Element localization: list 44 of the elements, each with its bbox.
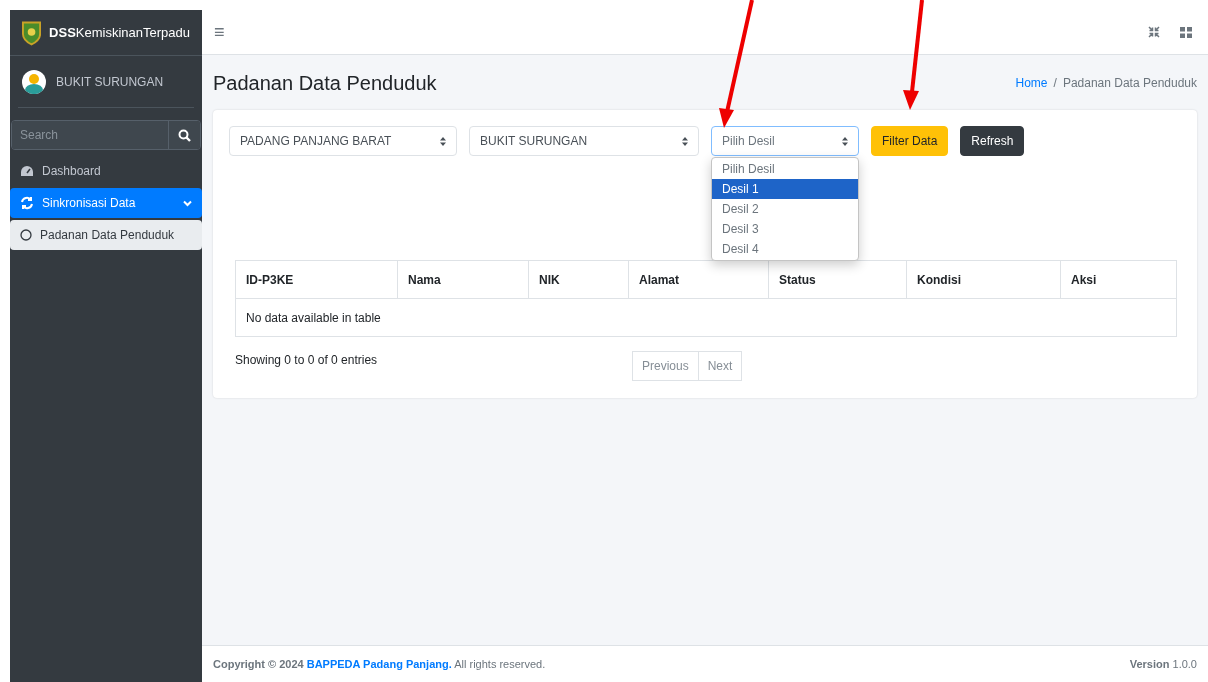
fullscreen-icon[interactable]	[1148, 26, 1160, 38]
column-header[interactable]: Nama	[397, 260, 529, 299]
sort-icon	[682, 136, 688, 146]
sort-icon	[842, 136, 848, 146]
sort-icon	[440, 136, 446, 146]
breadcrumb-current: Padanan Data Penduduk	[1062, 74, 1197, 92]
circle-icon	[20, 229, 32, 241]
menu-icon[interactable]: ≡	[214, 18, 225, 46]
user-avatar-icon	[22, 69, 46, 94]
shield-logo-icon	[22, 19, 42, 46]
sidebar-item[interactable]: Sinkronisasi Data	[10, 188, 202, 218]
pagination-button: Next	[698, 351, 743, 381]
entries-info: Showing 0 to 0 of 0 entries	[235, 352, 379, 369]
version-text: Version 1.0.0	[1129, 656, 1197, 672]
sidebar-subitem[interactable]: Padanan Data Penduduk	[10, 220, 202, 250]
filter-button[interactable]: Refresh	[960, 126, 1025, 156]
column-header[interactable]: Aksi	[1060, 260, 1177, 299]
empty-message: No data available in table	[235, 298, 1177, 337]
column-header[interactable]: NIK	[528, 260, 629, 299]
pagination-button: Previous	[632, 351, 699, 381]
column-header[interactable]: Status	[768, 260, 907, 299]
column-header[interactable]: ID-P3KE	[235, 260, 398, 299]
breadcrumb-link[interactable]: Home	[1015, 73, 1048, 92]
column-header[interactable]: Alamat	[628, 260, 769, 299]
sidebar-item[interactable]: Dashboard	[10, 156, 202, 186]
brand-title[interactable]: DSSKemiskinanTerpadu	[49, 22, 190, 43]
dropdown-option[interactable]: Desil 3	[712, 219, 858, 239]
select-field[interactable]: PADANG PANJANG BARAT	[229, 126, 457, 156]
select-field[interactable]: BUKIT SURUNGAN	[469, 126, 699, 156]
column-header[interactable]: Kondisi	[906, 260, 1061, 299]
page-title: Padanan Data Penduduk	[213, 70, 437, 96]
grid-icon[interactable]	[1180, 26, 1192, 38]
copyright-text: Copyright © 2024 BAPPEDA Padang Panjang. All rights reserved.	[213, 656, 546, 672]
user-name[interactable]: BUKIT SURUNGAN	[56, 72, 164, 91]
dropdown-option[interactable]: Desil 4	[712, 239, 858, 259]
footer-link[interactable]: BAPPEDA Padang Panjang.	[306, 657, 452, 670]
select-field[interactable]: Pilih Desil	[711, 126, 859, 156]
breadcrumb-separator: /	[1053, 74, 1057, 92]
dropdown-option[interactable]: Desil 2	[712, 199, 858, 219]
filter-button[interactable]: Filter Data	[871, 126, 949, 156]
dropdown-option[interactable]: Pilih Desil	[712, 159, 858, 179]
sync-icon	[20, 196, 34, 210]
dropdown-option[interactable]: Desil 1	[712, 179, 858, 199]
gauge-icon	[20, 165, 34, 177]
